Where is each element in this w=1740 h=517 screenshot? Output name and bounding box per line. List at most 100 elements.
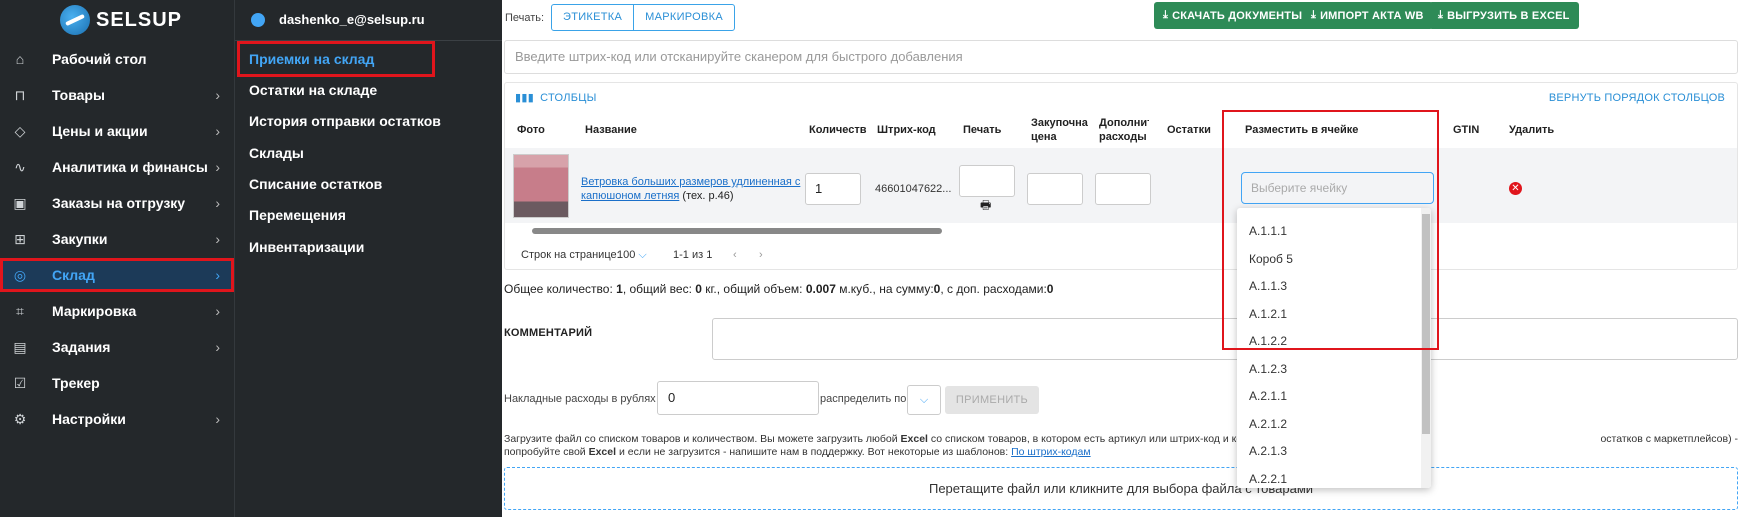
sidebar-item[interactable]: ⌗ Маркировка ›	[0, 294, 234, 328]
barcode-template-link[interactable]: По штрих-кодам	[1011, 446, 1091, 458]
highlight-frame	[237, 41, 435, 77]
overhead-input[interactable]: 0	[657, 381, 819, 415]
sidebar-item[interactable]: ∿ Аналитика и финансы ›	[0, 150, 234, 184]
reset-columns-button[interactable]: ВЕРНУТЬ ПОРЯДОК СТОЛБЦОВ	[1549, 92, 1725, 104]
horizontal-scrollbar[interactable]	[532, 228, 942, 234]
delete-row-icon[interactable]: ✕	[1509, 182, 1522, 195]
user-account[interactable]: dashenko_e@selsup.ru	[251, 12, 425, 27]
highlight-frame	[1222, 110, 1439, 350]
chevron-right-icon: ›	[215, 195, 220, 211]
apply-button[interactable]: ПРИМЕНИТЬ	[945, 386, 1039, 414]
print-label-button[interactable]: ЭТИКЕТКА	[552, 5, 633, 30]
header-name[interactable]: Название	[585, 123, 637, 137]
chevron-right-icon: ›	[215, 411, 220, 427]
header-qty[interactable]: Количеств	[809, 123, 867, 137]
header-delete: Удалить	[1509, 124, 1555, 136]
download-icon: ⤓	[1438, 9, 1444, 21]
cart-icon: ⊞	[14, 231, 26, 247]
dropdown-option[interactable]: А.1.2.3	[1249, 362, 1287, 376]
barcode-value: 46601047622...	[875, 183, 952, 195]
sidebar: SELSUP ⌂ Рабочий стол ⊓ Товары › ◇ Цены и акци…	[0, 0, 234, 517]
download-documents-button[interactable]: ⤓ СКАЧАТЬ ДОКУМЕНТЫ	[1154, 2, 1312, 29]
comment-label: КОММЕНТАРИЙ	[504, 327, 593, 339]
header-print: Печать	[963, 124, 1002, 136]
sidebar-item-label: Закупки	[52, 231, 108, 247]
product-photo[interactable]	[513, 154, 569, 218]
file-dropzone[interactable]: Перетащите файл или кликните для выбора …	[504, 467, 1738, 510]
submenu-item[interactable]: Инвентаризации	[249, 239, 364, 255]
chevron-down-icon: ⌵	[919, 394, 929, 406]
submenu-item[interactable]: Перемещения	[249, 207, 346, 223]
dropdown-option[interactable]: А.2.1.3	[1249, 444, 1287, 458]
sidebar-item[interactable]: ⊞ Закупки ›	[0, 222, 234, 256]
user-email: dashenko_e@selsup.ru	[279, 12, 425, 27]
bag-icon: ⊓	[14, 87, 26, 103]
upload-help-text: Загрузите файл со списком товаров и коли…	[504, 433, 1738, 458]
import-wb-act-button[interactable]: ⤓ ИМПОРТ АКТА WB	[1302, 2, 1433, 29]
quantity-input[interactable]: 1	[805, 173, 861, 205]
print-marking-button[interactable]: МАРКИРОВКА	[633, 5, 734, 30]
sidebar-item-label: Цены и акции	[52, 123, 148, 139]
extra-costs-input[interactable]	[1095, 173, 1151, 205]
chevron-right-icon: ›	[215, 87, 220, 103]
distribute-select[interactable]: ⌵	[907, 385, 941, 415]
sidebar-item[interactable]: ⊓ Товары ›	[0, 78, 234, 112]
dropdown-option[interactable]: А.2.2.1	[1249, 472, 1287, 486]
sidebar-item[interactable]: ☑ Трекер	[0, 366, 234, 400]
download-icon: ⤓	[1163, 9, 1169, 21]
columns-button[interactable]: ▮▮▮ СТОЛБЦЫ	[515, 91, 597, 105]
sidebar-item[interactable]: ⌂ Рабочий стол	[0, 42, 234, 76]
chevron-right-icon: ›	[215, 159, 220, 175]
rows-per-page-label: Строк на странице:	[521, 249, 620, 261]
totals-summary: Общее количество: 1, общий вес: 0 кг., о…	[504, 282, 1054, 296]
sidebar-item-label: Маркировка	[52, 303, 137, 319]
header-purchase-price[interactable]: Закупочна цена	[1031, 116, 1088, 144]
columns-icon: ▮▮▮	[515, 92, 535, 104]
submenu-item[interactable]: Склады	[249, 145, 304, 161]
sidebar-item-label: Склад	[52, 267, 95, 283]
header-stock[interactable]: Остатки	[1167, 123, 1211, 137]
purchase-price-input[interactable]	[1027, 173, 1083, 205]
dropdown-option[interactable]: А.2.1.1	[1249, 389, 1287, 403]
sidebar-item[interactable]: ▣ Заказы на отгрузку ›	[0, 186, 234, 220]
overhead-label: Накладные расходы в рублях	[504, 393, 656, 405]
dropdown-option[interactable]: А.2.1.2	[1249, 417, 1287, 431]
selsup-logo[interactable]: SELSUP	[60, 4, 182, 36]
submenu-item[interactable]: Остатки на складе	[249, 82, 377, 98]
logo-globe-icon	[60, 5, 90, 35]
chevron-right-icon: ›	[215, 123, 220, 139]
header-photo: Фото	[517, 124, 545, 136]
prev-page-icon[interactable]: ‹	[733, 249, 737, 261]
barcode-input[interactable]: Введите штрих-код или отсканируйте скане…	[504, 40, 1738, 74]
warehouse-icon: ◎	[13, 267, 27, 283]
tag-icon: ◇	[14, 123, 26, 139]
sidebar-item[interactable]: ◎ Склад ›	[0, 258, 234, 292]
chevron-right-icon: ›	[215, 303, 220, 319]
next-page-icon[interactable]: ›	[759, 249, 763, 261]
printer-icon[interactable]: 🖶	[980, 196, 991, 217]
sidebar-item-label: Товары	[52, 87, 105, 103]
sidebar-item-label: Аналитика и финансы	[52, 159, 208, 175]
sidebar-item[interactable]: ⚙ Настройки ›	[0, 402, 234, 436]
submenu-item[interactable]: История отправки остатков	[249, 113, 441, 129]
distribute-label: распределить по	[820, 393, 907, 405]
sidebar-item[interactable]: ▤ Задания ›	[0, 330, 234, 364]
page-range: 1-1 из 1	[673, 249, 713, 261]
print-count-input[interactable]	[959, 165, 1015, 197]
submenu-item[interactable]: Списание остатков	[249, 176, 382, 192]
sidebar-item-label: Трекер	[52, 375, 100, 391]
main-content: Печать: ЭТИКЕТКА МАРКИРОВКА ⤓ СКАЧАТЬ ДОК…	[502, 0, 1740, 517]
sidebar-item-label: Задания	[52, 339, 111, 355]
items-table: ▮▮▮ СТОЛБЦЫ ВЕРНУТЬ ПОРЯДОК СТОЛБЦОВ Фото…	[504, 82, 1738, 270]
tracker-icon: ☑	[13, 375, 27, 391]
user-avatar-icon	[251, 12, 265, 27]
print-mode-toggle: ЭТИКЕТКА МАРКИРОВКА	[551, 4, 736, 31]
chevron-right-icon: ›	[215, 339, 220, 355]
print-label: Печать:	[505, 12, 545, 24]
rows-per-page-select[interactable]: 100 ⌵	[617, 249, 647, 262]
export-excel-button[interactable]: ⤓ ВЫГРУЗИТЬ В EXCEL	[1429, 2, 1579, 29]
header-barcode[interactable]: Штрих-код	[877, 123, 936, 137]
header-gtin[interactable]: GTIN	[1453, 123, 1479, 137]
header-extra-costs[interactable]: Дополнит расходы	[1099, 116, 1149, 144]
sidebar-item[interactable]: ◇ Цены и акции ›	[0, 114, 234, 148]
